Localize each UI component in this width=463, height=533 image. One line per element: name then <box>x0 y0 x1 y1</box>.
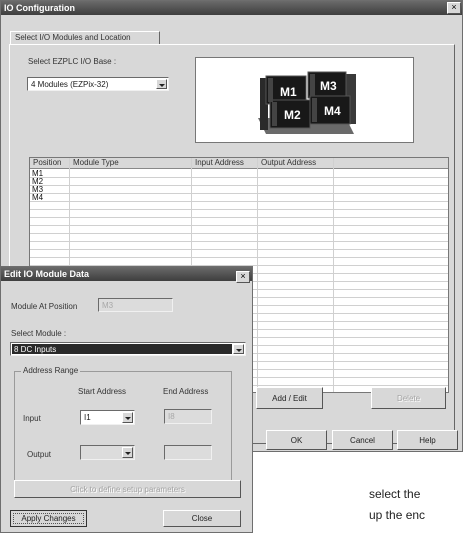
column-header-input-address[interactable]: Input Address <box>192 158 258 169</box>
ok-button[interactable]: OK <box>266 430 327 450</box>
input-start-value: I1 <box>84 413 91 422</box>
delete-label: Delete <box>396 393 421 403</box>
add-edit-button[interactable]: Add / Edit <box>256 387 323 409</box>
setup-parameters-label: Click to define setup parameters <box>70 484 185 494</box>
cancel-label: Cancel <box>350 435 375 445</box>
edit-io-module-dialog: Edit IO Module Data × Module At Position… <box>0 266 253 533</box>
column-header-module-type[interactable]: Module Type <box>70 158 192 169</box>
apply-changes-label: Apply Changes <box>21 514 76 523</box>
table-row[interactable]: M4 <box>30 194 448 202</box>
position-value: M3 <box>102 301 114 310</box>
chevron-down-icon[interactable] <box>122 412 133 423</box>
table-row[interactable]: M2 <box>30 178 448 186</box>
ok-label: OK <box>290 435 303 445</box>
setup-parameters-button[interactable]: Click to define setup parameters <box>14 480 241 498</box>
start-address-label: Start Address <box>78 387 127 396</box>
table-row[interactable] <box>30 234 448 242</box>
apply-changes-button[interactable]: Apply Changes <box>10 510 87 527</box>
position-label: Module At Position <box>11 302 78 311</box>
close-button[interactable]: Close <box>163 510 241 527</box>
close-icon[interactable]: × <box>236 271 250 283</box>
table-row[interactable] <box>30 242 448 250</box>
row-position: M4 <box>32 193 44 202</box>
close-icon[interactable]: × <box>447 2 461 14</box>
column-header-blank <box>334 158 448 169</box>
output-end-field <box>164 445 212 460</box>
table-row[interactable]: M1 <box>30 170 448 178</box>
position-field: M3 <box>98 298 173 312</box>
tab-label: Select I/O Modules and Location <box>15 33 131 42</box>
close-label: Close <box>191 514 213 523</box>
column-header-position[interactable]: Position <box>30 158 70 169</box>
cancel-button[interactable]: Cancel <box>332 430 393 450</box>
body-text-line-2: up the enc <box>369 508 426 522</box>
column-header-output-address[interactable]: Output Address <box>258 158 334 169</box>
help-button[interactable]: Help <box>397 430 458 450</box>
table-row[interactable]: M3 <box>30 186 448 194</box>
slot-m3-label: M3 <box>320 79 337 93</box>
help-label: Help <box>419 435 436 445</box>
module-select-value: 8 DC Inputs <box>14 345 57 354</box>
table-row[interactable] <box>30 218 448 226</box>
address-range-label: Address Range <box>21 366 81 375</box>
slot-m2-label: M2 <box>284 108 301 122</box>
table-row[interactable] <box>30 250 448 258</box>
io-config-titlebar: IO Configuration <box>1 1 462 15</box>
input-start-select[interactable]: I1 <box>80 410 135 425</box>
module-select[interactable]: 8 DC Inputs <box>10 342 246 356</box>
chevron-down-icon[interactable] <box>233 344 244 354</box>
edit-dialog-titlebar: Edit IO Module Data <box>1 267 252 281</box>
input-end-value: I8 <box>168 412 175 421</box>
base-label: Select EZPLC I/O Base : <box>28 57 117 66</box>
base-select[interactable]: 4 Modules (EZPix-32) <box>27 77 169 91</box>
table-row[interactable] <box>30 226 448 234</box>
add-edit-label: Add / Edit <box>272 393 307 403</box>
body-text-line-1: select the <box>369 487 421 501</box>
slot-m1-label: M1 <box>280 85 297 99</box>
end-address-label: End Address <box>163 387 209 396</box>
base-image-frame: M1 M3 M2 M4 <box>195 57 414 143</box>
output-label: Output <box>27 450 52 459</box>
slot-m4-label: M4 <box>324 104 341 118</box>
io-config-title: IO Configuration <box>4 3 75 13</box>
output-start-select[interactable] <box>80 445 135 460</box>
table-row[interactable] <box>30 210 448 218</box>
table-row[interactable] <box>30 258 448 266</box>
table-row[interactable] <box>30 202 448 210</box>
edit-dialog-title: Edit IO Module Data <box>4 269 90 279</box>
base-select-value: 4 Modules (EZPix-32) <box>31 80 109 89</box>
chevron-down-icon[interactable] <box>122 447 133 458</box>
ezplc-base-icon: M1 M3 M2 M4 <box>258 71 356 134</box>
input-label: Input <box>23 414 41 423</box>
tab-select-io-modules[interactable]: Select I/O Modules and Location <box>10 31 160 45</box>
chevron-down-icon[interactable] <box>156 79 167 89</box>
select-module-label: Select Module : <box>11 329 67 338</box>
delete-button[interactable]: Delete <box>371 387 446 409</box>
input-end-field: I8 <box>164 409 212 424</box>
